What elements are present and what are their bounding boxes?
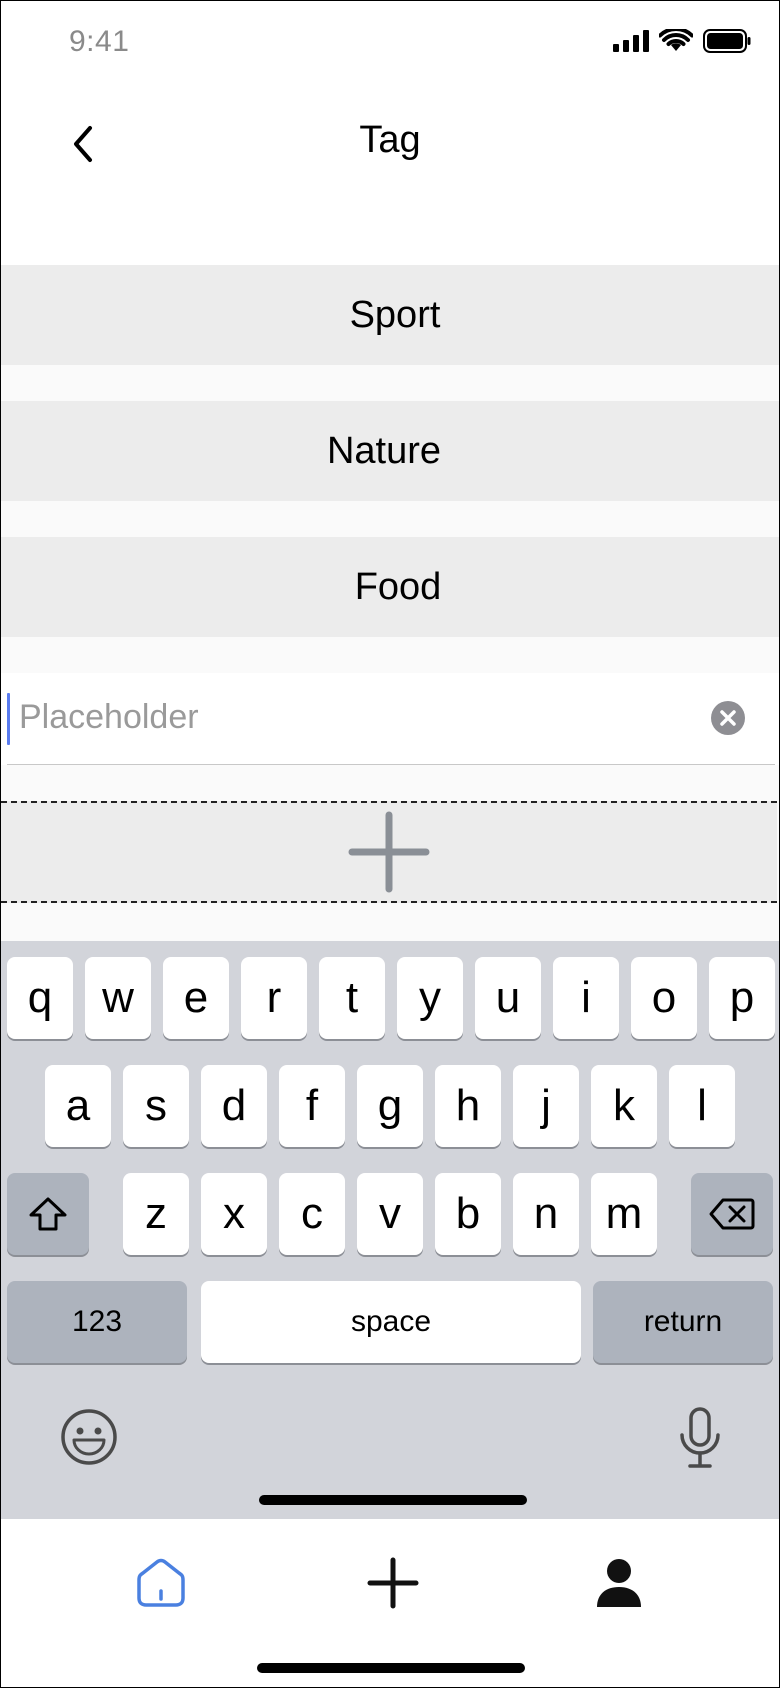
add-tag-button[interactable]	[1, 801, 777, 903]
tab-profile[interactable]	[579, 1543, 659, 1623]
page-title: Tag	[359, 119, 421, 161]
key-w[interactable]: w	[85, 957, 151, 1039]
tag-input-row	[1, 673, 779, 765]
backspace-icon	[709, 1198, 755, 1230]
shift-icon	[29, 1197, 67, 1231]
key-s[interactable]: s	[123, 1065, 189, 1147]
key-n[interactable]: n	[513, 1173, 579, 1255]
key-l[interactable]: l	[669, 1065, 735, 1147]
tag-input[interactable]	[19, 687, 699, 747]
return-key[interactable]: return	[593, 1281, 773, 1363]
keyboard: q w e r t y u i o p a s d f g h j k l z …	[1, 941, 779, 1519]
plus-icon	[348, 811, 430, 893]
emoji-icon	[61, 1409, 117, 1465]
key-q[interactable]: q	[7, 957, 73, 1039]
key-g[interactable]: g	[357, 1065, 423, 1147]
microphone-icon	[680, 1407, 720, 1468]
home-indicator	[257, 1663, 525, 1673]
tag-label: Food	[354, 565, 442, 608]
key-o[interactable]: o	[631, 957, 697, 1039]
key-f[interactable]: f	[279, 1065, 345, 1147]
emoji-button[interactable]	[59, 1407, 119, 1467]
space-key[interactable]: space	[201, 1281, 581, 1363]
keyboard-home-indicator	[259, 1495, 527, 1505]
tab-home[interactable]	[121, 1543, 201, 1623]
key-c[interactable]: c	[279, 1173, 345, 1255]
signal-icon	[613, 30, 649, 52]
user-icon	[597, 1559, 641, 1607]
key-y[interactable]: y	[397, 957, 463, 1039]
status-bar: 9:41	[1, 1, 779, 89]
tag-label: Nature	[326, 429, 442, 472]
key-v[interactable]: v	[357, 1173, 423, 1255]
dictation-button[interactable]	[677, 1407, 723, 1469]
tag-item-sport[interactable]: Sport	[1, 265, 779, 365]
key-r[interactable]: r	[241, 957, 307, 1039]
status-time: 9:41	[69, 25, 130, 58]
key-u[interactable]: u	[475, 957, 541, 1039]
key-e[interactable]: e	[163, 957, 229, 1039]
key-a[interactable]: a	[45, 1065, 111, 1147]
status-icons	[613, 29, 751, 53]
phone-screen: 9:41 Tag Sport Nature Food Placeholder q…	[0, 0, 780, 1688]
shift-key[interactable]	[7, 1173, 89, 1255]
key-h[interactable]: h	[435, 1065, 501, 1147]
key-b[interactable]: b	[435, 1173, 501, 1255]
home-icon	[137, 1558, 185, 1607]
key-m[interactable]: m	[591, 1173, 657, 1255]
key-d[interactable]: d	[201, 1065, 267, 1147]
tag-item-food[interactable]: Food	[1, 537, 779, 637]
numbers-key[interactable]: 123	[7, 1281, 187, 1363]
text-cursor	[7, 693, 10, 745]
tab-bar	[1, 1519, 779, 1687]
battery-icon	[703, 29, 751, 53]
tag-item-nature[interactable]: Nature	[1, 401, 779, 501]
tag-label: Sport	[349, 293, 441, 336]
key-z[interactable]: z	[123, 1173, 189, 1255]
delete-key[interactable]	[691, 1173, 773, 1255]
clear-icon[interactable]	[710, 700, 746, 736]
key-p[interactable]: p	[709, 957, 775, 1039]
key-i[interactable]: i	[553, 957, 619, 1039]
wifi-icon	[659, 29, 693, 51]
key-x[interactable]: x	[201, 1173, 267, 1255]
nav-bar: Tag	[1, 89, 779, 265]
plus-icon	[367, 1557, 419, 1609]
key-j[interactable]: j	[513, 1065, 579, 1147]
input-underline	[7, 764, 775, 765]
key-t[interactable]: t	[319, 957, 385, 1039]
key-k[interactable]: k	[591, 1065, 657, 1147]
tab-add[interactable]	[353, 1543, 433, 1623]
